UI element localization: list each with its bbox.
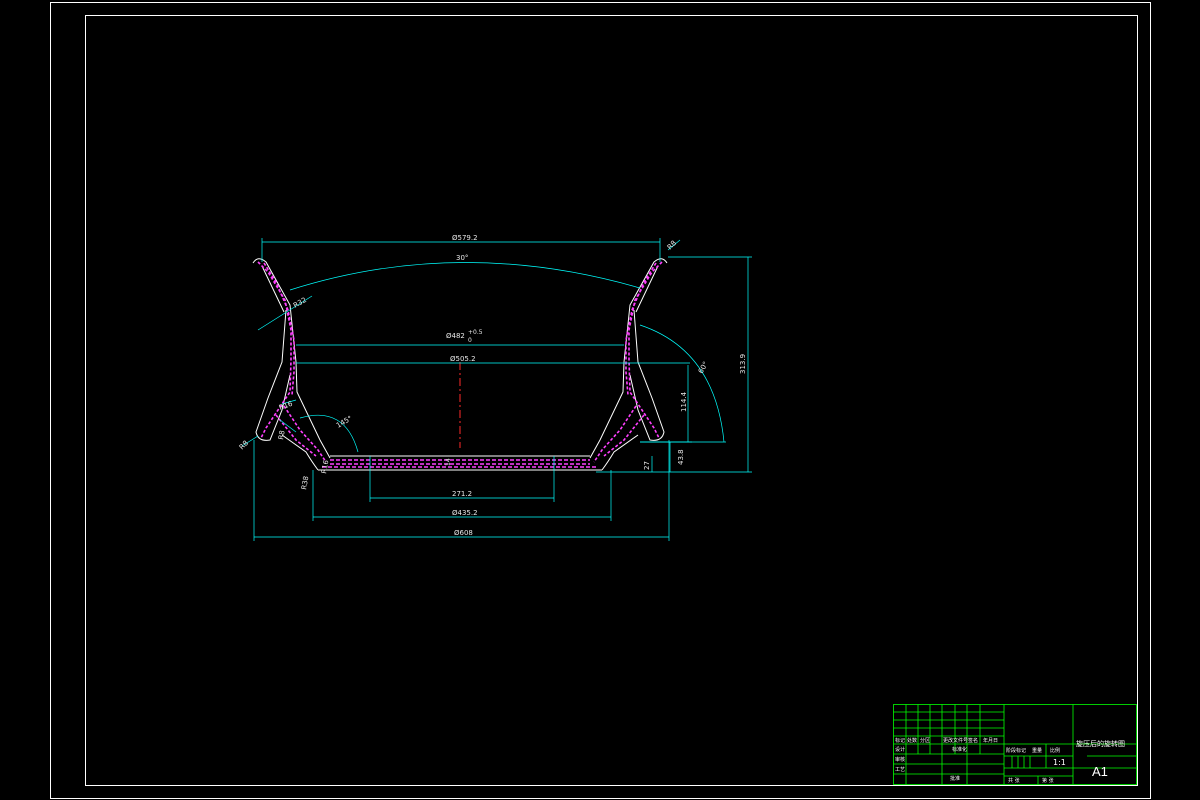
tb-row-process: 工艺	[895, 767, 905, 773]
tb-standardization: 标准化	[952, 746, 967, 753]
tb-scale-value: 1:1	[1053, 758, 1066, 767]
dim-overall-width: Ø608	[454, 529, 473, 537]
dim-bead-seat: Ø482	[446, 332, 465, 340]
tb-header-sign: 签名	[968, 737, 978, 744]
cad-drawing: Ø579.2 30° Ø482 +0.5 0 Ø505.2 271.2 Ø435…	[50, 2, 1151, 799]
tb-sheet-total: 共 张	[1008, 777, 1020, 784]
dim-r-c: R8	[277, 430, 286, 441]
dim-r-e: R16	[320, 459, 330, 474]
dim-bead-tol-upper: +0.5	[468, 329, 483, 336]
dim-well-width: 271.2	[452, 490, 472, 498]
inner-frame	[85, 15, 1138, 786]
tb-scale-label: 比例	[1050, 747, 1060, 754]
tb-sheet-number: 第 张	[1042, 777, 1054, 784]
tb-header-mark: 标记	[895, 737, 905, 744]
tb-header-date: 年月日	[983, 737, 998, 744]
tb-sheet-size: A1	[1092, 764, 1108, 779]
dim-inner-width: Ø505.2	[450, 355, 476, 363]
dim-radius-left: R32	[292, 296, 308, 310]
rim-profile	[252, 258, 668, 471]
dim-side-angle: 60°	[697, 360, 710, 375]
dim-center-mark: 14	[445, 458, 452, 466]
outer-frame	[50, 2, 1151, 799]
dim-r-a: R8	[238, 439, 250, 451]
dim-r-d: R38	[300, 475, 310, 490]
tb-drawing-name: 旋压后的旋转图	[1076, 739, 1125, 748]
well-hatch	[322, 459, 598, 468]
dim-top-width: Ø579.2	[452, 234, 478, 242]
tb-row-review: 审核	[895, 756, 905, 763]
dim-height-mid: 114.4	[680, 391, 688, 412]
tb-weight: 重量	[1032, 747, 1042, 754]
dim-inner-angle: 145°	[335, 414, 354, 429]
dim-base-width: Ø435.2	[452, 509, 478, 517]
dim-radius-top: R8	[666, 239, 678, 251]
dim-bead-tol-lower: 0	[468, 337, 472, 344]
dimension-labels: Ø579.2 30° Ø482 +0.5 0 Ø505.2 271.2 Ø435…	[238, 234, 747, 537]
tb-header-zone: 分区	[920, 737, 930, 744]
dim-height-low: 43.8	[677, 449, 685, 465]
tb-approve: 批准	[950, 775, 960, 782]
dimensions	[241, 238, 752, 541]
dim-flange-angle: 30°	[456, 254, 468, 262]
tb-row-design: 设计	[895, 746, 905, 753]
tb-header-change: 更改文件号	[943, 737, 968, 744]
tb-stage-mark: 阶段标记	[1006, 747, 1026, 754]
dim-height-small: 27	[643, 461, 651, 470]
tb-header-count: 处数	[907, 737, 917, 744]
dim-overall-height: 313.9	[739, 354, 747, 374]
